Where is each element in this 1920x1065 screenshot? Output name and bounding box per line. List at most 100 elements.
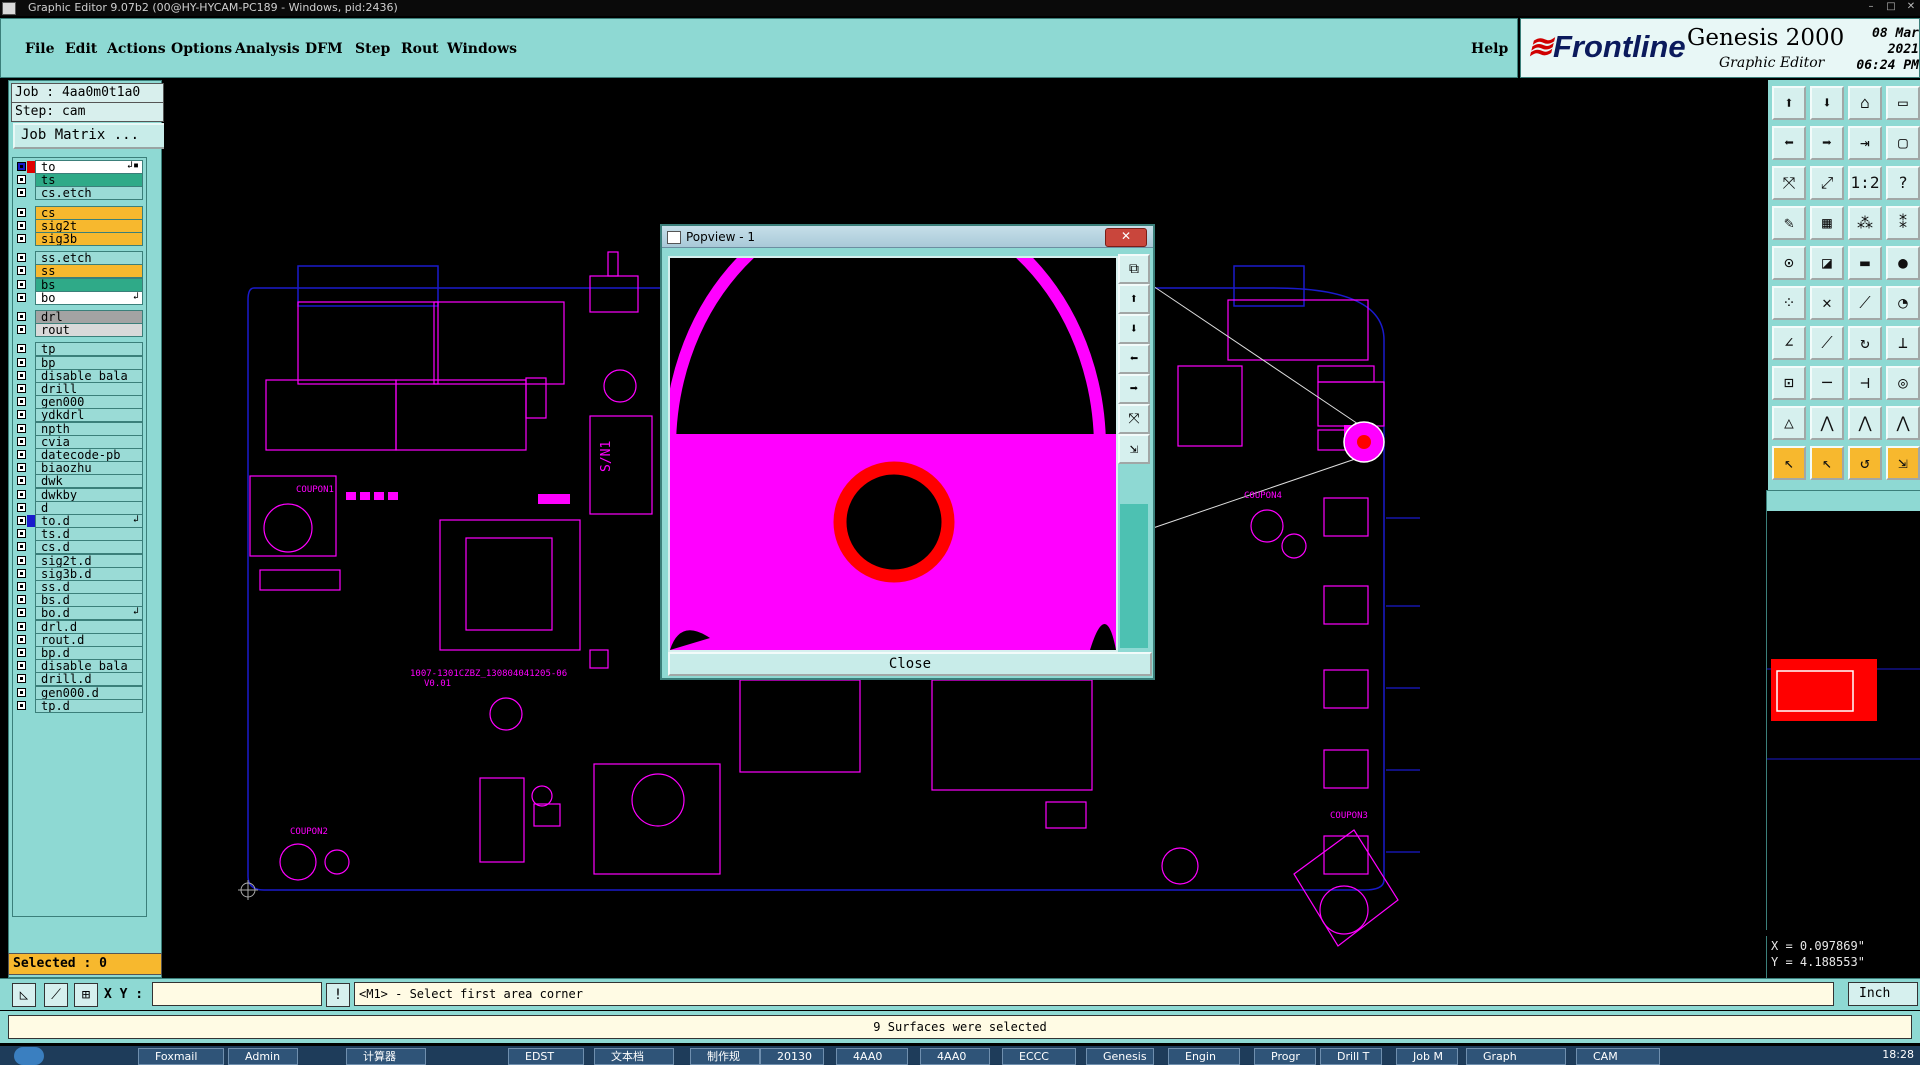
- layer-checkbox[interactable]: [17, 687, 26, 697]
- layer-name[interactable]: dwk: [35, 474, 143, 489]
- fit-icon[interactable]: ▭: [1886, 86, 1920, 120]
- layer-name[interactable]: sig2t.d: [35, 553, 143, 568]
- layer-row[interactable]: ss.d: [13, 580, 143, 594]
- layer-row[interactable]: to.d ↲: [13, 514, 143, 528]
- taskbar-item[interactable]: ECCC: [1002, 1048, 1076, 1065]
- layer-checkbox[interactable]: [17, 608, 26, 618]
- layer-name[interactable]: dwkby: [35, 487, 143, 502]
- zoom-all-icon[interactable]: ⤧: [1772, 166, 1806, 200]
- shape-icon[interactable]: ◎: [1886, 366, 1920, 400]
- layer-name[interactable]: bo.d: [35, 606, 143, 621]
- layer-row[interactable]: sig2t: [13, 218, 143, 233]
- layer-row[interactable]: sig2t.d: [13, 553, 143, 568]
- taskbar-item[interactable]: Engin: [1168, 1048, 1240, 1065]
- arrow-icon[interactable]: ↖: [1772, 446, 1806, 480]
- layer-row[interactable]: ydkdrl: [13, 408, 143, 423]
- circle-icon[interactable]: ●: [1886, 246, 1920, 280]
- home-icon[interactable]: ⌂: [1848, 86, 1882, 120]
- layer-name[interactable]: rout: [35, 323, 143, 338]
- taskbar-item[interactable]: 4AA0: [920, 1048, 990, 1065]
- taskbar-item[interactable]: 制作规: [690, 1048, 760, 1065]
- menu-actions[interactable]: Actions: [107, 41, 166, 57]
- peak-icon[interactable]: ⋀: [1810, 406, 1844, 440]
- rotate-icon[interactable]: ↻: [1848, 326, 1882, 360]
- layer-row[interactable]: tp: [13, 342, 143, 357]
- hline-icon[interactable]: ─: [1810, 366, 1844, 400]
- layer-name[interactable]: bp.d: [35, 646, 143, 660]
- layer-row[interactable]: ts: [13, 173, 143, 188]
- popview-zoom-in-button[interactable]: ⤧: [1118, 404, 1150, 434]
- grid-box-icon[interactable]: ▦: [1810, 206, 1844, 240]
- layer-name[interactable]: ts: [35, 173, 143, 188]
- layer-checkbox[interactable]: [17, 436, 26, 446]
- menu-edit[interactable]: Edit: [65, 41, 97, 57]
- layer-name[interactable]: drill.d: [35, 672, 143, 687]
- layer-name[interactable]: ss: [35, 264, 143, 279]
- layer-checkbox[interactable]: [17, 529, 26, 539]
- popview-close-icon[interactable]: ✕: [1105, 228, 1147, 247]
- line-shape-icon[interactable]: ◪: [1810, 246, 1844, 280]
- popview-scrollbar[interactable]: [1120, 504, 1148, 648]
- layer-row[interactable]: biaozhu: [13, 461, 143, 476]
- layer-name[interactable]: bs.d: [35, 593, 143, 608]
- layer-name[interactable]: npth: [35, 421, 143, 436]
- taskbar-item[interactable]: Job M: [1396, 1048, 1458, 1065]
- layer-row[interactable]: tp.d: [13, 698, 143, 713]
- bracket-icon[interactable]: ⊣: [1848, 366, 1882, 400]
- layer-name[interactable]: ss.etch: [35, 251, 143, 266]
- layer-row[interactable]: cs.etch: [13, 186, 143, 201]
- measure-icon[interactable]: ⟋: [44, 983, 68, 1007]
- layer-checkbox[interactable]: [17, 253, 26, 263]
- window-icon[interactable]: ▢: [1886, 126, 1920, 160]
- layer-row[interactable]: gen000: [13, 395, 143, 410]
- layer-name[interactable]: ts.d: [35, 527, 143, 542]
- minimize-icon[interactable]: –: [1864, 1, 1878, 13]
- snap-icon[interactable]: ◺: [12, 983, 36, 1007]
- menu-help[interactable]: Help: [1471, 41, 1508, 57]
- layer-checkbox[interactable]: [17, 661, 26, 671]
- layer-checkbox[interactable]: [17, 634, 26, 644]
- scale-icon[interactable]: 1:2: [1848, 166, 1882, 200]
- popview-zoom-home-button[interactable]: ⧉: [1118, 254, 1150, 284]
- layer-name[interactable]: tp.d: [35, 698, 143, 713]
- layer-row[interactable]: rout: [13, 323, 143, 338]
- layer-checkbox[interactable]: [17, 175, 26, 185]
- menu-dfm[interactable]: DFM: [305, 41, 343, 57]
- layer-row[interactable]: dwk: [13, 474, 143, 489]
- layer-name[interactable]: biaozhu: [35, 461, 143, 476]
- snap-red-icon[interactable]: ⁂: [1848, 206, 1882, 240]
- taskbar-item[interactable]: 计算器: [346, 1048, 426, 1065]
- layer-name[interactable]: bp: [35, 355, 143, 370]
- layer-checkbox[interactable]: [17, 344, 26, 354]
- layer-checkbox[interactable]: [17, 568, 26, 578]
- popview-canvas[interactable]: [668, 256, 1118, 652]
- corner-icon[interactable]: ⇲: [1886, 446, 1920, 480]
- pan-down-icon[interactable]: ⬇: [1810, 86, 1844, 120]
- layer-name[interactable]: sig3b.d: [35, 566, 143, 581]
- layer-row[interactable]: rout.d: [13, 632, 143, 647]
- layer-name[interactable]: d: [35, 500, 143, 515]
- layer-checkbox[interactable]: [17, 279, 26, 289]
- layer-checkbox[interactable]: [17, 674, 26, 684]
- line-icon[interactable]: ⟋: [1848, 286, 1882, 320]
- popview-pan-right-button[interactable]: ➡: [1118, 374, 1150, 404]
- popview-pan-down-button[interactable]: ⬇: [1118, 314, 1150, 344]
- popview-close-button[interactable]: Close: [668, 652, 1152, 676]
- hand-icon[interactable]: ✎: [1772, 206, 1806, 240]
- taskbar-item[interactable]: Progr: [1254, 1048, 1316, 1065]
- layer-name[interactable]: gen000.d: [35, 685, 143, 700]
- menu-options[interactable]: Options: [171, 41, 232, 57]
- connect-icon[interactable]: ⁘: [1772, 286, 1806, 320]
- layer-row[interactable]: datecode-pb: [13, 448, 143, 462]
- layer-name[interactable]: datecode-pb: [35, 448, 143, 462]
- layer-row[interactable]: dwkby: [13, 487, 143, 502]
- layer-checkbox[interactable]: [17, 423, 26, 433]
- taskbar-item[interactable]: 文本档: [594, 1048, 674, 1065]
- layer-row[interactable]: ss.etch: [13, 251, 143, 266]
- menu-step[interactable]: Step: [355, 41, 390, 57]
- layer-name[interactable]: tp: [35, 342, 143, 357]
- layer-row[interactable]: disable_bala: [13, 368, 143, 383]
- menu-analysis[interactable]: Analysis: [235, 41, 300, 57]
- layer-row[interactable]: ss: [13, 264, 143, 279]
- layer-row[interactable]: d: [13, 500, 143, 515]
